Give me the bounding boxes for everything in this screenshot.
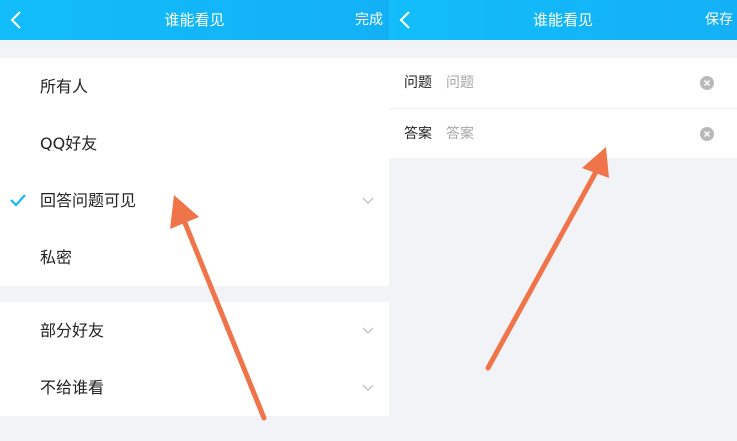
option-answer-question[interactable]: 回答问题可见 <box>0 172 389 229</box>
option-label: 不给谁看 <box>40 378 105 397</box>
answer-field: 答案 <box>389 108 737 158</box>
page-title: 谁能看见 <box>164 11 225 29</box>
nav-bar: 谁能看见 完成 <box>0 0 389 40</box>
option-label: 部分好友 <box>40 321 105 340</box>
friend-options: 部分好友 不给谁看 <box>0 302 389 416</box>
chevron-down-icon[interactable] <box>361 326 375 336</box>
option-label: 私密 <box>40 248 73 267</box>
done-button[interactable]: 完成 <box>355 0 383 40</box>
option-everyone[interactable]: 所有人 <box>0 58 389 115</box>
option-label: 回答问题可见 <box>40 191 137 210</box>
option-label: QQ好友 <box>40 134 98 153</box>
visibility-options: 所有人 QQ好友 回答问题可见 私密 <box>0 58 389 286</box>
question-field: 问题 <box>389 58 737 108</box>
chevron-down-icon[interactable] <box>361 196 375 206</box>
question-panel: 谁能看见 保存 问题 答案 <box>389 0 737 441</box>
page-title: 谁能看见 <box>532 11 593 29</box>
checkmark-icon <box>10 194 26 207</box>
question-label: 问题 <box>404 75 432 91</box>
save-button[interactable]: 保存 <box>705 0 733 40</box>
chevron-down-icon[interactable] <box>361 383 375 393</box>
option-some-friends[interactable]: 部分好友 <box>0 302 389 359</box>
option-qq-friends[interactable]: QQ好友 <box>0 115 389 172</box>
answer-input[interactable] <box>446 122 676 146</box>
option-private[interactable]: 私密 <box>0 229 389 286</box>
option-hide-from[interactable]: 不给谁看 <box>0 359 389 416</box>
question-form: 问题 答案 <box>389 58 737 158</box>
answer-label: 答案 <box>404 126 432 142</box>
option-label: 所有人 <box>40 77 89 96</box>
clear-icon[interactable] <box>700 127 714 141</box>
visibility-panel: 谁能看见 完成 所有人 QQ好友 回答问题可见 私密 部分好友 不给谁看 <box>0 0 389 441</box>
nav-bar: 谁能看见 保存 <box>389 0 737 40</box>
clear-icon[interactable] <box>700 76 714 90</box>
question-input[interactable] <box>446 71 676 95</box>
